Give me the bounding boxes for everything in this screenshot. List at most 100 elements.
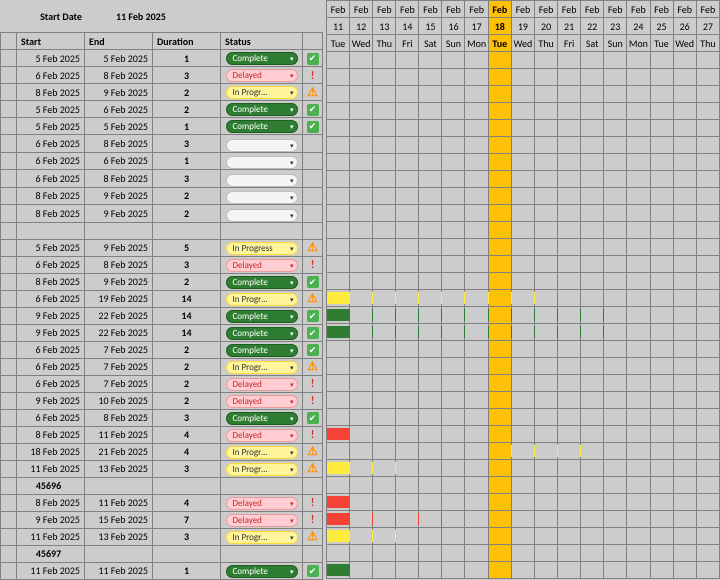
gantt-row <box>327 545 720 562</box>
chevron-down-icon: ▾ <box>290 448 294 457</box>
chevron-down-icon: ▾ <box>290 88 294 97</box>
table-row: 8 Feb 20259 Feb 20252In Progr…▾⚠ <box>1 84 323 101</box>
gantt-row <box>327 154 720 171</box>
gantt-row <box>327 120 720 137</box>
alert-icon: ! <box>311 513 315 526</box>
status-dropdown[interactable]: Delayed▾ <box>226 395 298 408</box>
chevron-down-icon: ▾ <box>290 176 294 185</box>
gantt-row <box>327 222 720 239</box>
check-icon: ✔ <box>307 276 319 288</box>
chevron-down-icon: ▾ <box>290 141 294 150</box>
table-row: 6 Feb 20257 Feb 20252In Progr…▾⚠ <box>1 358 323 375</box>
gantt-row <box>327 188 720 205</box>
timeline-day: 22 <box>581 18 604 35</box>
status-dropdown[interactable]: In Progr…▾ <box>226 463 298 476</box>
gantt-row <box>327 358 720 375</box>
chevron-down-icon: ▾ <box>290 346 294 355</box>
status-dropdown[interactable]: ▾ <box>226 139 298 152</box>
status-dropdown[interactable]: Complete▾ <box>226 310 298 323</box>
gantt-row <box>327 239 720 256</box>
status-dropdown[interactable]: Complete▾ <box>226 565 298 578</box>
warning-icon: ⚠ <box>307 292 318 306</box>
start-date-value: 11 Feb 2025 <box>106 10 196 23</box>
timeline-day: 19 <box>511 18 534 35</box>
warning-icon: ⚠ <box>307 86 318 100</box>
table-row: 6 Feb 20257 Feb 20252Delayed▾! <box>1 375 323 392</box>
gantt-row <box>327 324 720 341</box>
status-dropdown[interactable]: Complete▾ <box>226 344 298 357</box>
table-row: 8 Feb 202511 Feb 20254Delayed▾! <box>1 494 323 511</box>
status-dropdown[interactable]: Complete▾ <box>226 120 298 133</box>
check-icon: ✔ <box>307 344 319 356</box>
status-dropdown[interactable]: In Progr…▾ <box>226 86 298 99</box>
chevron-down-icon: ▾ <box>290 244 294 253</box>
gantt-bar[interactable] <box>327 428 351 440</box>
chevron-down-icon: ▾ <box>290 414 294 423</box>
table-row: 5 Feb 20255 Feb 20251Complete▾✔ <box>1 50 323 67</box>
status-dropdown[interactable]: In Progr…▾ <box>226 531 298 544</box>
timeline-day: 15 <box>419 18 442 35</box>
timeline-day: 18 <box>488 18 511 35</box>
chevron-down-icon: ▾ <box>290 312 294 321</box>
table-row: 9 Feb 202510 Feb 20252Delayed▾! <box>1 392 323 409</box>
chevron-down-icon: ▾ <box>290 105 294 114</box>
table-row: 6 Feb 20258 Feb 20253▾ <box>1 170 323 188</box>
check-icon: ✔ <box>307 327 319 339</box>
status-dropdown[interactable]: ▾ <box>226 209 298 222</box>
gantt-row <box>327 511 720 528</box>
table-row: 5 Feb 20259 Feb 20255In Progress▾⚠ <box>1 239 323 256</box>
status-dropdown[interactable]: ▾ <box>226 191 298 204</box>
timeline-day: 14 <box>396 18 419 35</box>
status-dropdown[interactable]: Delayed▾ <box>226 497 298 510</box>
table-row: 9 Feb 202522 Feb 202514Complete▾✔ <box>1 307 323 324</box>
check-icon: ✔ <box>307 121 319 133</box>
col-flag <box>303 33 323 50</box>
table-row: 11 Feb 202513 Feb 20253In Progr…▾⚠ <box>1 460 323 477</box>
check-icon: ✔ <box>307 53 319 65</box>
chevron-down-icon: ▾ <box>290 261 294 270</box>
status-dropdown[interactable]: Delayed▾ <box>226 259 298 272</box>
table-row: 6 Feb 20258 Feb 20253▾ <box>1 135 323 153</box>
status-dropdown[interactable]: In Progr…▾ <box>226 293 298 306</box>
chevron-down-icon: ▾ <box>290 516 294 525</box>
col-status: Status <box>221 33 303 50</box>
timeline-day: 11 <box>327 18 350 35</box>
status-dropdown[interactable]: Delayed▾ <box>226 69 298 82</box>
warning-icon: ⚠ <box>307 530 318 544</box>
timeline-day: 24 <box>627 18 650 35</box>
gantt-bar[interactable] <box>327 496 351 508</box>
status-dropdown[interactable]: Complete▾ <box>226 327 298 340</box>
status-dropdown[interactable]: In Progr…▾ <box>226 446 298 459</box>
status-dropdown[interactable]: In Progress▾ <box>226 242 298 255</box>
table-row: 6 Feb 20257 Feb 20252Complete▾✔ <box>1 341 323 358</box>
table-row: 6 Feb 20258 Feb 20253Complete▾✔ <box>1 409 323 426</box>
table-row: 8 Feb 20259 Feb 20252Complete▾✔ <box>1 273 323 290</box>
gantt-bar[interactable] <box>327 564 351 576</box>
gantt-row <box>327 137 720 154</box>
alert-icon: ! <box>311 377 315 390</box>
status-dropdown[interactable]: Delayed▾ <box>226 378 298 391</box>
gantt-row <box>327 494 720 511</box>
status-dropdown[interactable]: Delayed▾ <box>226 429 298 442</box>
status-dropdown[interactable]: ▾ <box>226 174 298 187</box>
alert-icon: ! <box>311 258 315 271</box>
chevron-down-icon: ▾ <box>290 431 294 440</box>
gantt-row <box>327 103 720 120</box>
task-table: Start End Duration Status 5 Feb 20255 Fe… <box>0 32 323 580</box>
status-dropdown[interactable]: Delayed▾ <box>226 514 298 527</box>
status-dropdown[interactable]: Complete▾ <box>226 103 298 116</box>
status-dropdown[interactable]: Complete▾ <box>226 276 298 289</box>
gantt-row <box>327 460 720 477</box>
status-dropdown[interactable]: Complete▾ <box>226 52 298 65</box>
table-row: 5 Feb 20256 Feb 20252Complete▾✔ <box>1 101 323 118</box>
status-dropdown[interactable]: Complete▾ <box>226 412 298 425</box>
status-dropdown[interactable]: ▾ <box>226 156 298 169</box>
gantt-timeline: FebFebFebFebFebFebFebFebFebFebFebFebFebF… <box>326 0 720 579</box>
gantt-row <box>327 375 720 392</box>
gantt-row <box>327 307 720 324</box>
table-row: 45697 <box>1 545 323 562</box>
status-dropdown[interactable]: In Progr…▾ <box>226 361 298 374</box>
table-row: 9 Feb 202522 Feb 202514Complete▾✔ <box>1 324 323 341</box>
warning-icon: ⚠ <box>307 462 318 476</box>
col-start: Start <box>17 33 85 50</box>
